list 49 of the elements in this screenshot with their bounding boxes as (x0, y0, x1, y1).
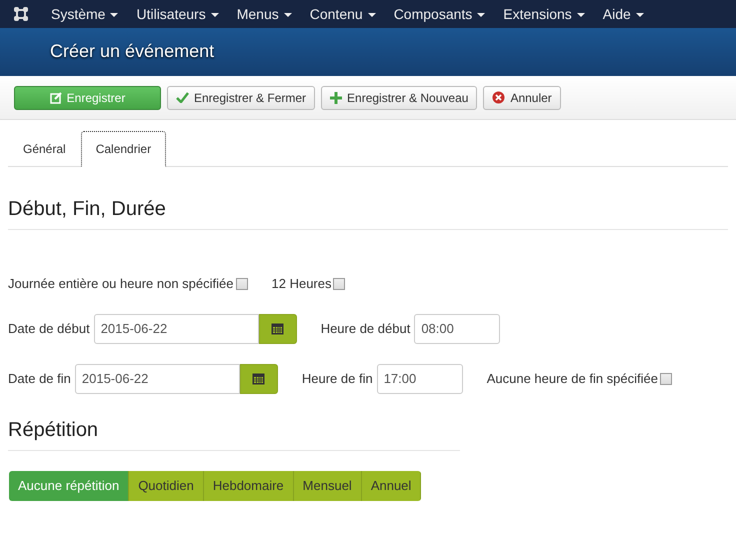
calendar-button[interactable] (240, 364, 278, 394)
time-field[interactable]: 08:00 (414, 314, 500, 344)
checkbox-label: Aucune heure de fin spécifiée (486, 370, 658, 388)
edit-icon (50, 92, 62, 104)
time-field[interactable]: 17:00 (376, 364, 463, 394)
menu-item[interactable]: Contenu (300, 4, 385, 24)
caret-icon (477, 12, 486, 17)
checkbox[interactable] (236, 278, 248, 290)
cancel-icon (492, 91, 506, 104)
toolbar-button[interactable]: Enregistrer & Fermer (167, 86, 316, 110)
date-field[interactable]: 2015-06-22 (94, 314, 259, 344)
caret-icon (636, 12, 644, 17)
section-heading: Répétition (8, 418, 460, 450)
checkbox-label: 12 Heures (272, 275, 332, 293)
logo-icon[interactable] (12, 5, 30, 23)
caret-icon (110, 12, 118, 17)
repeat-option[interactable]: Quotidien (129, 470, 204, 500)
menu-item[interactable]: Menus (228, 4, 301, 24)
caret-icon (576, 12, 585, 17)
repeat-option[interactable]: Mensuel (294, 470, 362, 500)
checkbox[interactable] (333, 278, 346, 290)
field-label: Date de fin (8, 370, 71, 388)
field-label: Date de début (8, 320, 90, 338)
caret-icon (368, 12, 376, 17)
caret-icon (210, 12, 219, 17)
menu-item[interactable]: Utilisateurs (127, 4, 228, 24)
plus-icon (330, 92, 342, 104)
date-field[interactable]: 2015-06-22 (74, 364, 240, 394)
calendar-button[interactable] (258, 314, 297, 344)
field-label: Heure de début (320, 320, 410, 338)
calendar-icon (271, 322, 284, 334)
repeat-option[interactable]: Annuel (362, 470, 422, 500)
section-heading: Début, Fin, Durée (8, 197, 728, 230)
field-label: Heure de fin (302, 370, 373, 388)
checkbox-label: Journée entière ou heure non spécifiée (8, 275, 234, 293)
caret-icon (284, 12, 292, 17)
menu-item[interactable]: Composants (384, 4, 494, 24)
menu-item[interactable]: Système (42, 4, 128, 24)
repeat-option[interactable]: Hebdomaire (204, 470, 294, 500)
tab[interactable]: Calendrier (80, 131, 166, 167)
tab[interactable]: Général (8, 131, 81, 167)
calendar-icon (252, 372, 266, 384)
menu-item[interactable]: Extensions (494, 4, 594, 24)
check-icon (176, 92, 189, 103)
menu-item[interactable]: Aide (594, 4, 653, 24)
toolbar-button[interactable]: Enregistrer & Nouveau (321, 86, 478, 110)
toolbar-button[interactable]: Annuler (483, 86, 561, 110)
checkbox[interactable] (660, 372, 672, 384)
page-title: Créer un événement (50, 41, 214, 63)
